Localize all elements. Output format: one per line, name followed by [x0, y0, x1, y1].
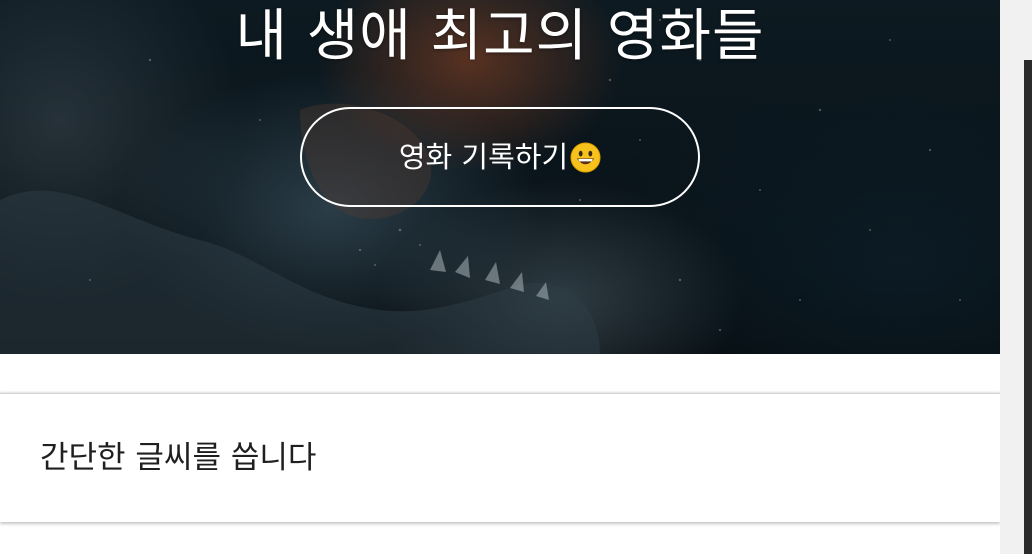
- page-viewport: 내 생애 최고의 영화들 영화 기록하기 간단한 글씨를 씁니다: [0, 0, 1000, 554]
- record-button-content: 영화 기록하기: [399, 139, 601, 175]
- content-card: 간단한 글씨를 씁니다: [0, 393, 1000, 522]
- record-button-label: 영화 기록하기: [398, 140, 569, 174]
- page-scrollbar[interactable]: [1000, 0, 1032, 554]
- hero-banner: 내 생애 최고의 영화들 영화 기록하기: [0, 0, 1000, 354]
- record-movie-button[interactable]: 영화 기록하기: [300, 107, 700, 207]
- hero-title: 내 생애 최고의 영화들: [235, 4, 765, 69]
- card-text: 간단한 글씨를 씁니다: [40, 440, 317, 476]
- grinning-face-icon: [570, 141, 601, 173]
- scrollbar-thumb[interactable]: [1024, 60, 1032, 554]
